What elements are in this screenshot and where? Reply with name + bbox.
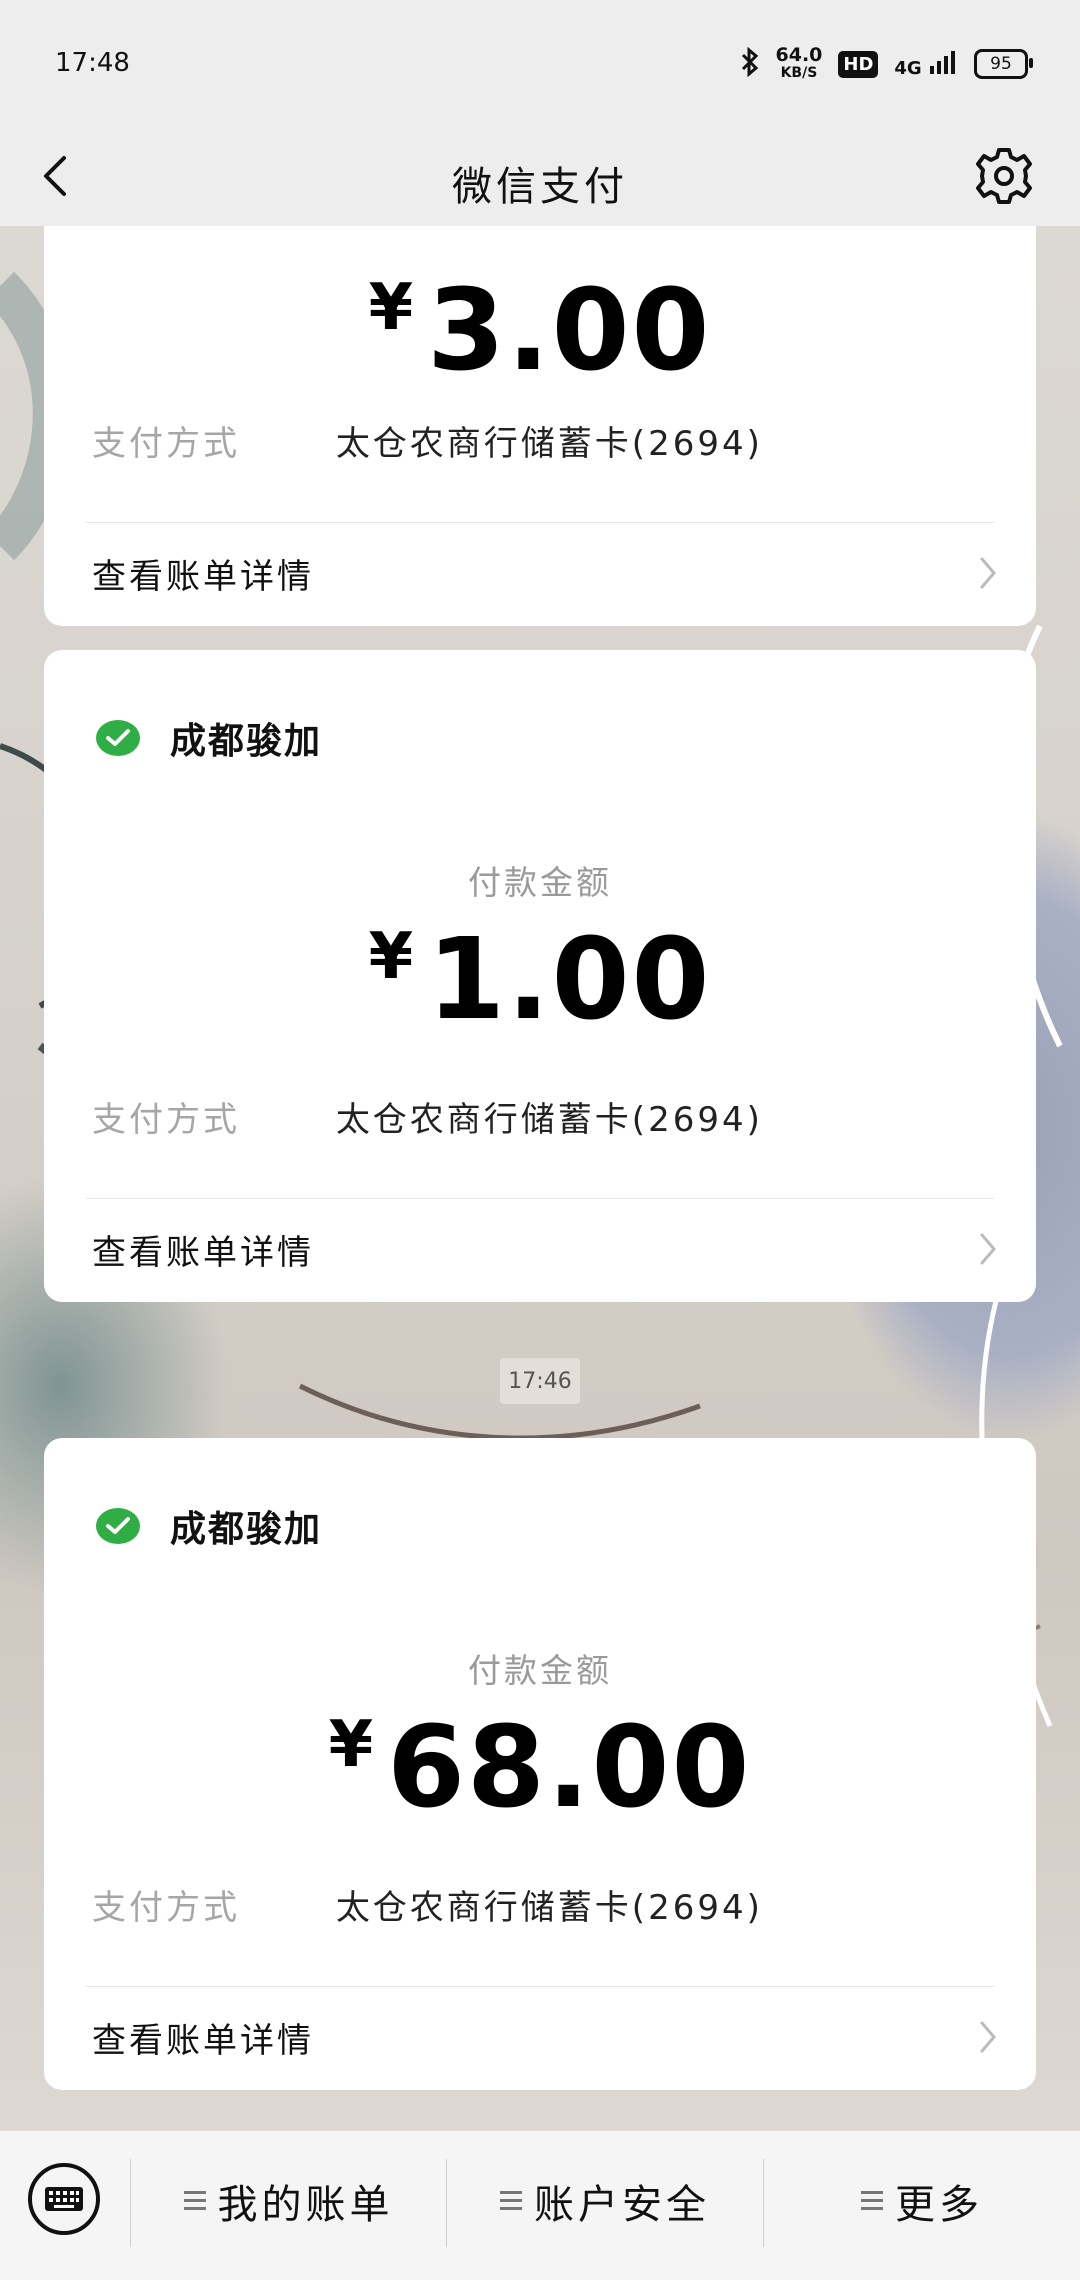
view-bill-details-label: 查看账单详情 xyxy=(92,556,314,597)
wechat-pay-icon xyxy=(96,1508,140,1544)
merchant-header[interactable]: 成都骏加 xyxy=(96,712,322,764)
pay-method-label: 支付方式 xyxy=(92,1888,240,1928)
network-speed: 64.0 KB/S xyxy=(775,44,823,82)
status-icons: 64.0 KB/S HD 4G 95 xyxy=(740,44,1033,84)
pay-method-label: 支付方式 xyxy=(92,424,240,464)
payment-card: 成都骏加 付款金额 ¥1.00 支付方式 太仓农商行储蓄卡(2694) 查看账单… xyxy=(44,650,1036,1302)
battery-icon: 95 xyxy=(974,49,1033,79)
pay-method-value: 太仓农商行储蓄卡(2694) xyxy=(335,1888,763,1928)
keyboard-icon xyxy=(45,2187,83,2211)
divider xyxy=(86,522,994,523)
divider xyxy=(86,1198,994,1199)
view-bill-details-button[interactable]: 查看账单详情 xyxy=(86,2002,1000,2072)
menu-lines-icon xyxy=(861,2191,883,2211)
payment-card: 成都骏加 付款金额 ¥68.00 支付方式 太仓农商行储蓄卡(2694) 查看账… xyxy=(44,1438,1036,2090)
divider xyxy=(86,1986,994,1987)
amount-label: 付款金额 xyxy=(468,863,612,902)
hd-badge: HD xyxy=(838,50,879,78)
pay-method-label: 支付方式 xyxy=(92,1100,240,1140)
chevron-right-icon xyxy=(980,2021,996,2053)
menu-my-bills-label: 我的账单 xyxy=(217,2182,394,2228)
nav-bar: 微信支付 xyxy=(0,126,1080,226)
settings-button[interactable] xyxy=(970,142,1038,210)
keyboard-toggle-button[interactable] xyxy=(28,2163,100,2235)
bluetooth-icon xyxy=(740,46,760,81)
merchant-name: 成都骏加 xyxy=(170,721,323,762)
pay-method-value: 太仓农商行储蓄卡(2694) xyxy=(335,1100,763,1140)
menu-more[interactable]: 更多 xyxy=(764,2173,1080,2229)
menu-lines-icon xyxy=(500,2191,522,2211)
payment-amount: ¥1.00 xyxy=(368,915,712,1045)
view-bill-details-label: 查看账单详情 xyxy=(92,1232,314,1273)
signal-4g-icon: 4G xyxy=(894,50,958,79)
view-bill-details-button[interactable]: 查看账单详情 xyxy=(86,538,1000,608)
pay-method-row: 支付方式 太仓农商行储蓄卡(2694) xyxy=(92,416,763,465)
merchant-name: 成都骏加 xyxy=(170,1509,323,1550)
payment-amount: ¥68.00 xyxy=(328,1703,752,1833)
bottom-menu-bar: 我的账单 账户安全 更多 xyxy=(0,2130,1080,2280)
menu-my-bills[interactable]: 我的账单 xyxy=(131,2173,446,2229)
menu-account-security-label: 账户安全 xyxy=(534,2182,710,2228)
menu-account-security[interactable]: 账户安全 xyxy=(447,2173,763,2229)
menu-more-label: 更多 xyxy=(895,2182,983,2228)
amount-label: 付款金额 xyxy=(468,1651,612,1690)
pay-method-row: 支付方式 太仓农商行储蓄卡(2694) xyxy=(92,1092,763,1141)
menu-lines-icon xyxy=(183,2191,206,2211)
message-timestamp: 17:46 xyxy=(500,1358,580,1404)
view-bill-details-button[interactable]: 查看账单详情 xyxy=(86,1214,1000,1284)
payment-amount: ¥3.00 xyxy=(368,266,712,396)
pay-method-row: 支付方式 太仓农商行储蓄卡(2694) xyxy=(92,1880,763,1929)
gear-icon xyxy=(976,148,1032,204)
payment-card: ¥3.00 支付方式 太仓农商行储蓄卡(2694) 查看账单详情 xyxy=(44,226,1036,626)
chevron-right-icon xyxy=(980,557,996,589)
status-bar: 17:48 64.0 KB/S HD 4G 95 xyxy=(0,0,1080,126)
status-time: 17:48 xyxy=(55,48,130,78)
view-bill-details-label: 查看账单详情 xyxy=(92,2020,314,2061)
merchant-header[interactable]: 成都骏加 xyxy=(96,1500,322,1552)
page-title: 微信支付 xyxy=(452,164,628,210)
chevron-right-icon xyxy=(980,1233,996,1265)
pay-method-value: 太仓农商行储蓄卡(2694) xyxy=(335,424,763,464)
wechat-pay-icon xyxy=(96,720,140,756)
